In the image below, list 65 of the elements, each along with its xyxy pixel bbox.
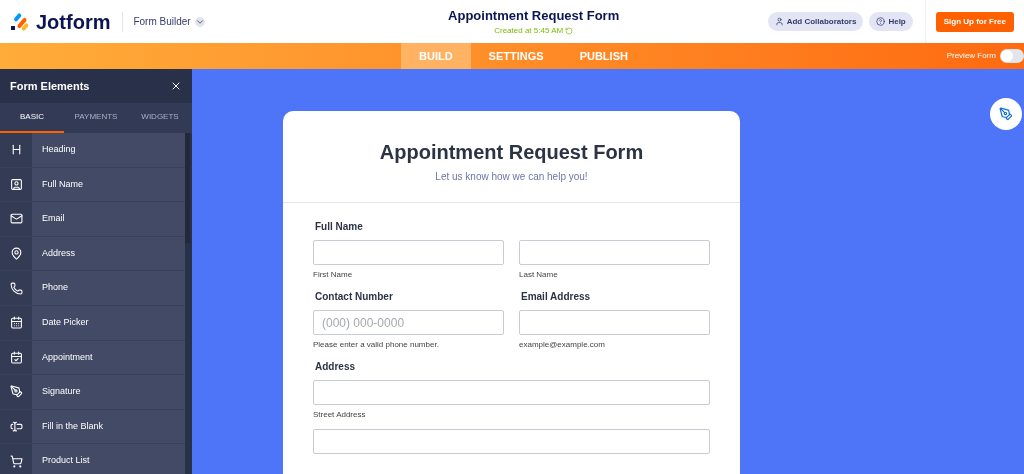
field-label: Email Address: [521, 290, 592, 304]
header-button[interactable]: Add Collaborators: [767, 12, 864, 31]
field-hint: Last Name: [519, 269, 559, 281]
brand-name: Jotform: [36, 9, 111, 35]
element-item[interactable]: Date Picker: [0, 305, 185, 341]
phone-icon: [9, 281, 23, 295]
element-item[interactable]: Product List: [0, 444, 185, 474]
form-builder-dropdown[interactable]: Form Builder: [133, 14, 205, 29]
element-label: Date Picker: [42, 316, 89, 329]
element-label: Fill in the Blank: [42, 419, 104, 433]
text-cursor-icon: [9, 420, 23, 434]
field-hint: example@example.com: [519, 339, 606, 351]
form-heading: Appointment Request Form: [379, 140, 644, 165]
element-item[interactable]: Full Name: [0, 167, 185, 203]
field-label: Contact Number: [315, 290, 394, 304]
header-button[interactable]: Help: [869, 12, 913, 31]
element-item[interactable]: Address: [0, 236, 185, 272]
field-hint: Street Address: [313, 409, 367, 421]
person-icon: [774, 17, 784, 26]
envelope-icon: [9, 212, 23, 226]
form-subheading: Let us know how we can help you!: [435, 170, 588, 184]
input-field[interactable]: [519, 240, 710, 265]
pen-icon: [9, 385, 23, 399]
input-field[interactable]: [313, 429, 710, 454]
help-icon: [876, 17, 886, 26]
element-item[interactable]: Signature: [0, 375, 185, 410]
element-label: Appointment: [42, 350, 93, 364]
input-field[interactable]: [313, 240, 504, 265]
element-label: Product List: [42, 454, 90, 468]
assistant-button[interactable]: [990, 98, 1022, 130]
field-hint: Please enter a valid phone number.: [313, 339, 440, 351]
undo-icon: [565, 27, 574, 36]
preview-toggle[interactable]: [1000, 49, 1024, 63]
element-item[interactable]: Fill in the Blank: [0, 409, 185, 445]
input-field[interactable]: (000) 000-0000: [313, 310, 504, 335]
chevron-icon: [194, 16, 205, 27]
field-label: Address: [315, 360, 356, 374]
element-label: Heading: [42, 143, 76, 157]
field-label: Full Name: [315, 220, 364, 234]
element-item[interactable]: Appointment: [0, 340, 185, 376]
element-item[interactable]: Email: [0, 202, 185, 237]
element-label: Full Name: [42, 177, 83, 191]
close-icon[interactable]: [170, 80, 182, 92]
element-label: Address: [42, 246, 76, 260]
sidebar-tab[interactable]: PAYMENTS: [64, 103, 128, 133]
created-time: Created at 5:45 AM: [494, 25, 564, 38]
input-field[interactable]: [519, 310, 710, 335]
element-label: Phone: [42, 281, 69, 295]
calendar-check-icon: [9, 350, 23, 364]
element-label: Email: [42, 212, 65, 226]
logo-icon: [10, 11, 30, 32]
field-hint: First Name: [313, 269, 354, 281]
cart-icon: [9, 454, 23, 468]
map-pin-icon: [9, 247, 23, 261]
element-item[interactable]: Phone: [0, 271, 185, 306]
person-card-icon: [9, 177, 23, 191]
element-label: Signature: [42, 385, 81, 399]
element-item[interactable]: Heading: [0, 133, 185, 168]
input-field[interactable]: [313, 380, 710, 405]
form-title: Appointment Request Form: [448, 6, 620, 25]
sidebar-title: Form Elements: [10, 78, 90, 94]
calendar-icon: [9, 316, 23, 330]
brush-icon: [999, 107, 1013, 121]
preview-label: Preview Form: [946, 50, 996, 62]
sidebar-tab[interactable]: WIDGETS: [128, 103, 192, 133]
